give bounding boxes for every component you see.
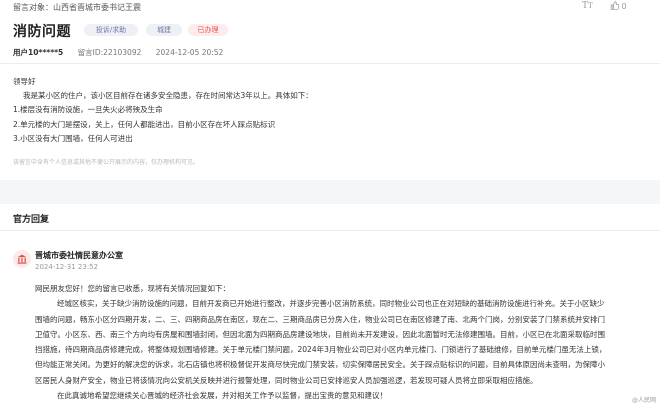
reply-org-name[interactable]: 晋城市委社情民意办公室 [35, 250, 123, 261]
status-badge: 已办理 [188, 24, 228, 36]
message-target-label: 留言对象： [13, 3, 53, 12]
divider [0, 63, 660, 64]
reply-line: 区居民人身财产安全，物业已将该情况向公安机关反映并进行报警处理，同时物业公司已安… [35, 375, 538, 385]
tag-category: 投诉/求助 [84, 24, 138, 36]
post-datetime: 2024-12-05 20:52 [155, 48, 224, 57]
reply-line: 挡措施，待四期商品房修建完成，将整体规划围墙修建。关于单元楼门禁问题，2024年… [35, 345, 607, 355]
message-target-value[interactable]: 山西省晋城市委书记王震 [53, 3, 141, 12]
like-button[interactable]: 0 [610, 1, 627, 11]
privacy-disclaimer: 该留言中含有个人信息或其他不便公开展示的内容，仅办理机构可见。 [13, 159, 200, 166]
message-target: 留言对象：山西省晋城市委书记王震 [13, 2, 141, 13]
top-bar: 留言对象：山西省晋城市委书记王震 TT 0 [13, 0, 647, 14]
post-body: 领导好 我是某小区的住户，该小区目前存在诸多安全隐患，存在时间常达3年以上。具体… [13, 75, 643, 146]
post-line: 3.小区没有大门围墙，任何人可进出 [13, 133, 133, 143]
reply-line: 在此真诚地希望您继续关心晋城的经济社会发展，并对相关工作予以监督，提出宝贵的意见… [57, 391, 387, 401]
post-line: 1.楼层没有消防设施，一旦失火必将殃及生命 [13, 105, 163, 115]
message-id: 留言ID:22103092 [77, 48, 142, 57]
reply-line: 但均能正常关闭。为更好的解决您的诉求，北石店镇也将积极督促开发商尽快完成门禁安装… [35, 360, 605, 370]
official-reply-heading: 官方回复 [13, 215, 50, 225]
reply-datetime: 2024-12-31 23:52 [35, 263, 99, 271]
section-separator [0, 180, 660, 204]
post-meta: 用户10*****5 留言ID:22103092 2024-12-05 20:5… [13, 47, 235, 58]
font-size-icon[interactable]: TT [582, 1, 593, 11]
post-line: 我是某小区的住户，该小区目前存在诸多安全隐患，存在时间常达3年以上。具体如下： [23, 91, 313, 101]
reply-line: 网民朋友您好！您的留言已收悉，现将有关情况回复如下： [35, 284, 230, 293]
divider [0, 230, 660, 231]
reply-line: 围墙的问题，畅东小区分四期开发，二、三、四期商品房在南区，现在二、三期商品房已分… [35, 314, 605, 324]
thumbs-up-icon [610, 1, 620, 10]
government-building-icon [13, 250, 31, 268]
post-line: 2.单元楼的大门是摆设，关上，任何人都能进出，目前小区存在坏人踩点贴标识 [13, 119, 276, 129]
like-count: 0 [621, 2, 627, 11]
tag-field: 城建 [146, 24, 182, 36]
post-line: 领导好 [13, 77, 36, 86]
page-title: 消防问题 [13, 24, 71, 40]
reply-line: 卫值守。小区东、西、南三个方向均有房屋和围墙封闭，但因北面为四期商品房建设地块，… [35, 329, 605, 339]
reply-line: 经城区核实，关于缺少消防设施的问题，目前开发商已开始进行整改，并逐步完善小区消防… [57, 299, 605, 309]
user-id: 用户10*****5 [13, 48, 64, 57]
title-row: 消防问题 投诉/求助 城建 已办理 [13, 21, 413, 40]
reply-body: 网民朋友您好！您的留言已收悉，现将有关情况回复如下： 经城区核实，关于缺少消防设… [35, 281, 655, 403]
watermark: @人民网 [631, 397, 656, 404]
